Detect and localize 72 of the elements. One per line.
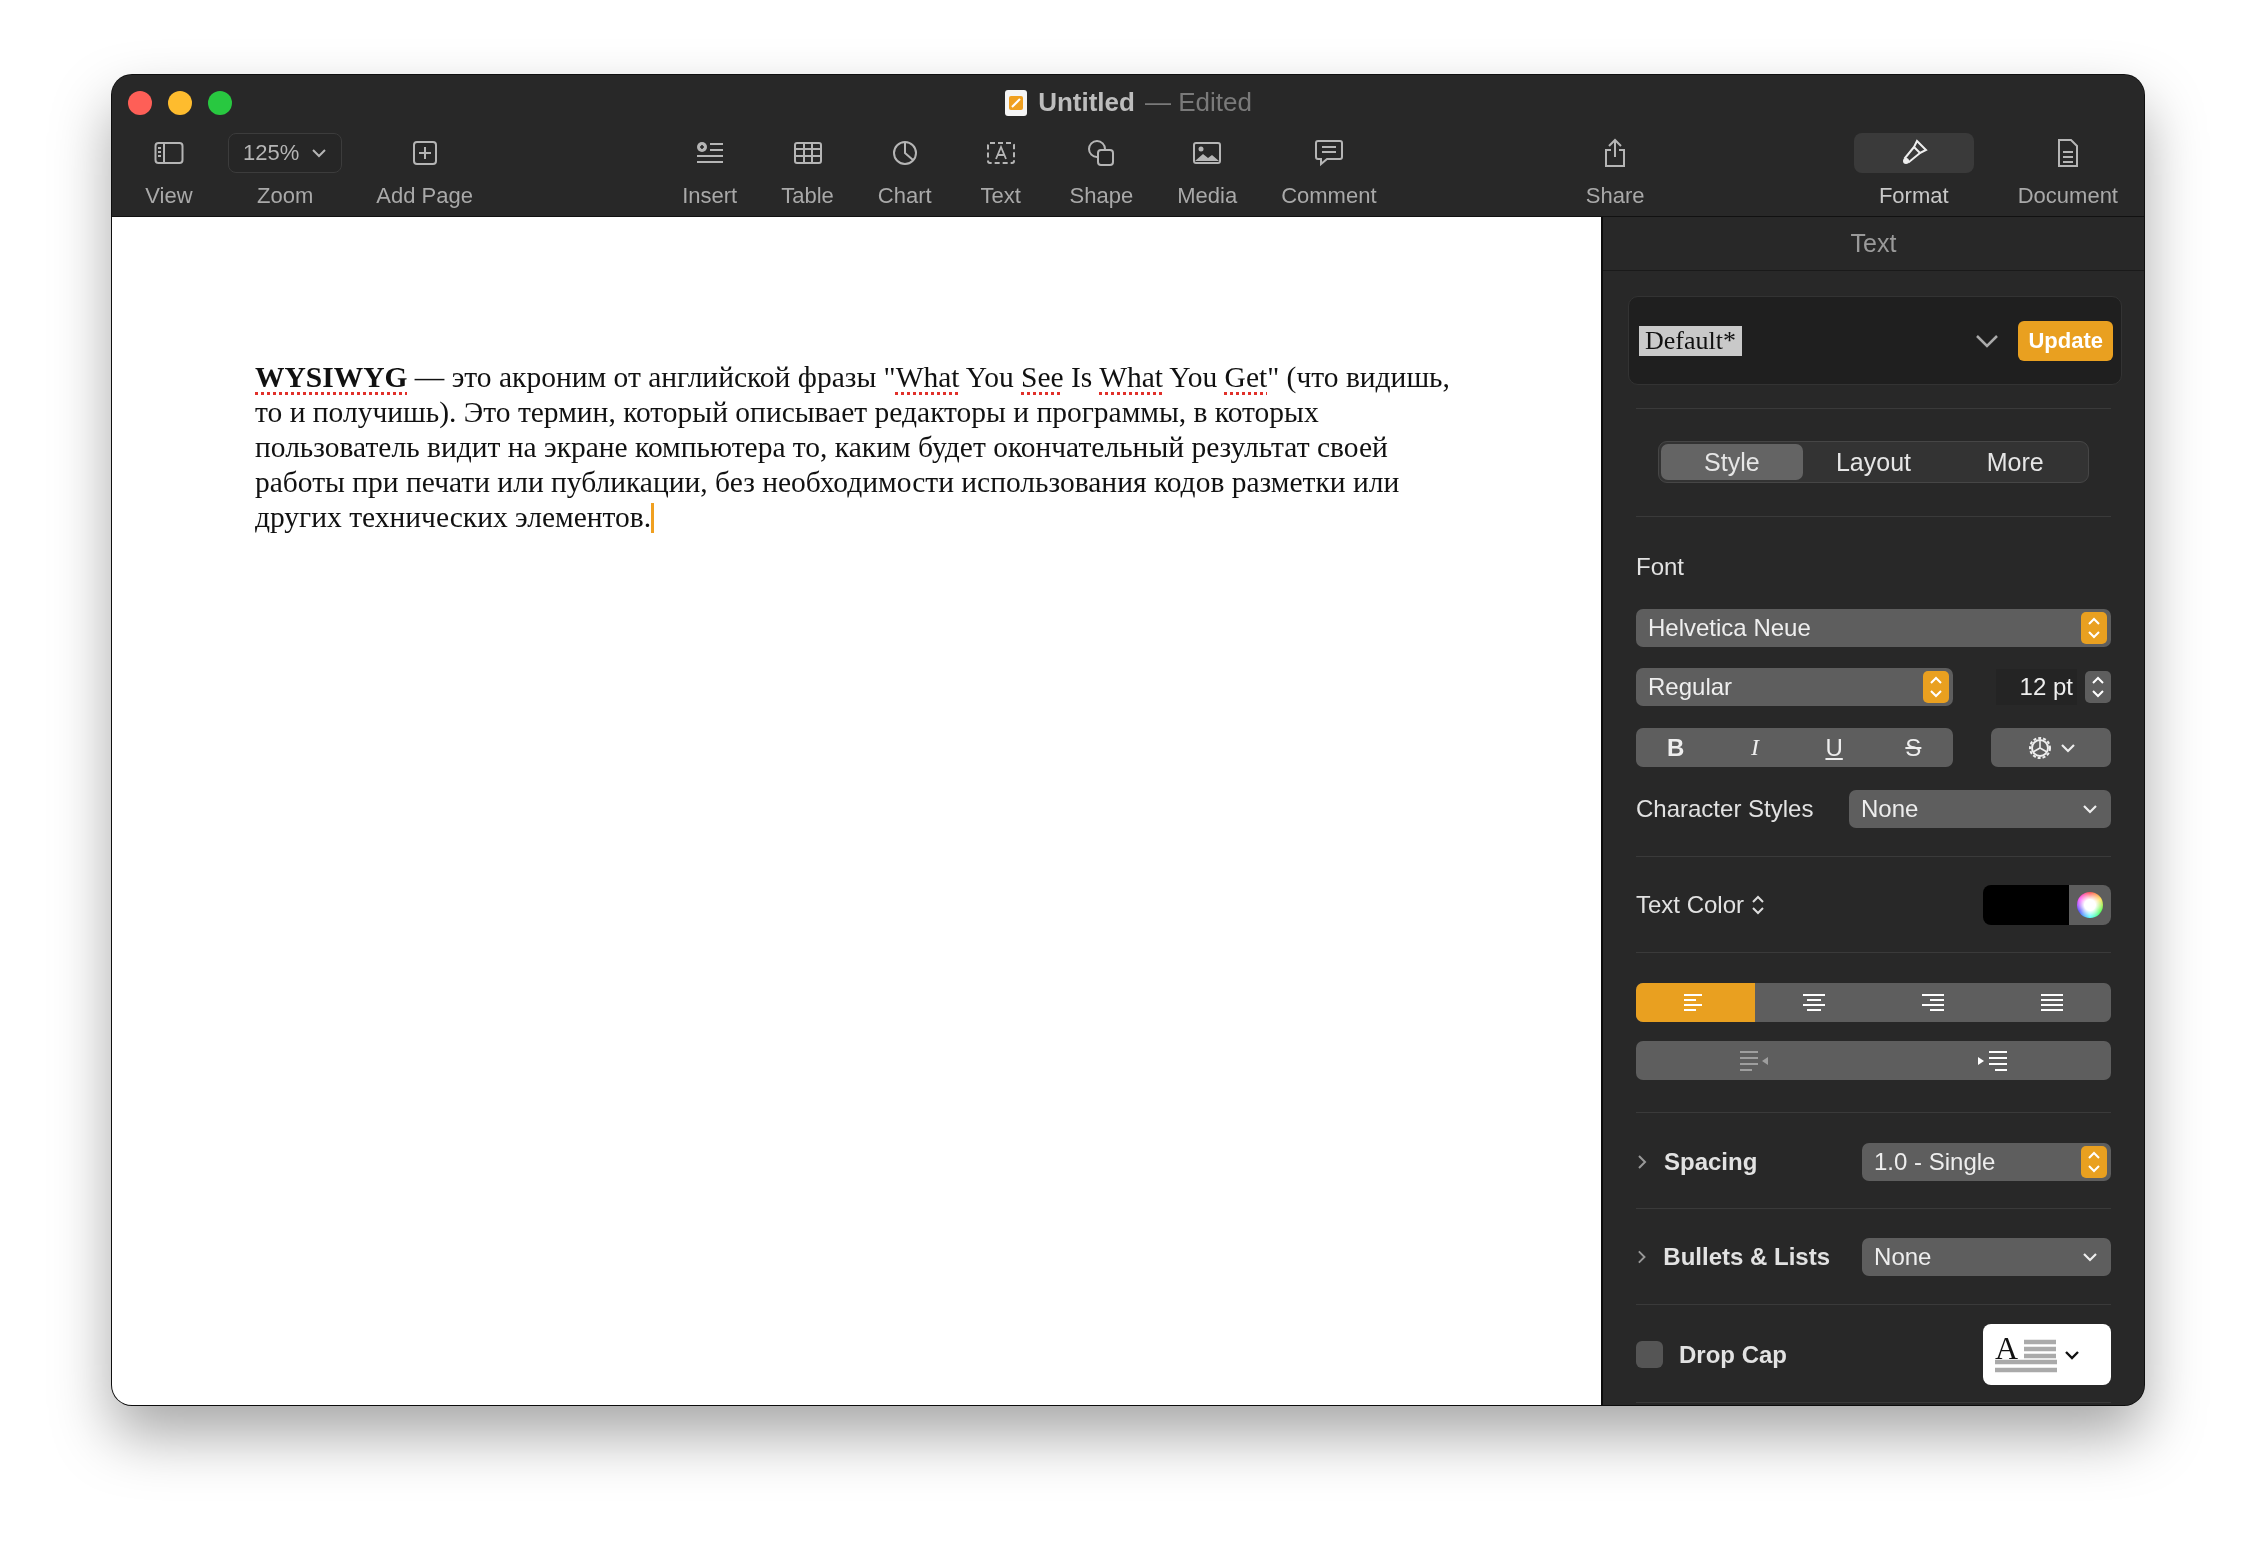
spacing-label: Spacing: [1664, 1148, 1758, 1176]
list-plus-icon: [694, 140, 725, 166]
close-button[interactable]: [128, 91, 152, 115]
stepper-icon: [2081, 1146, 2107, 1178]
toolbar-button[interactable]: Insert: [672, 129, 748, 213]
drop-cap-style-popup[interactable]: A: [1983, 1324, 2111, 1385]
drop-cap-label: Drop Cap: [1679, 1340, 1787, 1369]
toolbar-button[interactable]: Add Page: [366, 129, 483, 213]
stepper-icon: [2085, 671, 2111, 703]
font-style-button[interactable]: I: [1715, 728, 1795, 767]
shapes-icon: [1086, 139, 1117, 167]
window-title: Untitled: [1038, 87, 1135, 118]
stepper-icon: [2081, 612, 2107, 644]
toolbar-button[interactable]: Comment: [1271, 129, 1387, 213]
image-icon: [1192, 141, 1223, 165]
toolbar-button[interactable]: Format: [1843, 129, 1984, 213]
font-size-field[interactable]: 12 pt: [1996, 669, 2077, 705]
toolbar-button[interactable]: Chart: [867, 129, 942, 213]
document-icon: [2055, 138, 2080, 168]
sidebar-icon: [154, 141, 184, 165]
pie-chart-icon: [890, 139, 919, 167]
indent-icon: [1975, 1048, 2010, 1073]
chevron-down-icon: [2081, 1251, 2099, 1263]
inspector-title: Text: [1603, 217, 2144, 271]
typeface-popup[interactable]: Regular: [1636, 668, 1953, 706]
chevron-down-icon: [2059, 741, 2077, 754]
toolbar-label: Zoom: [257, 183, 314, 209]
font-style-button[interactable]: U: [1794, 728, 1874, 767]
toolbar-button[interactable]: Shape: [1059, 129, 1144, 213]
plus-square-icon: [411, 140, 438, 166]
line-spacing-popup[interactable]: 1.0 - Single: [1862, 1143, 2111, 1181]
font-style-button[interactable]: S: [1873, 728, 1953, 767]
stepper-icon: [1923, 671, 1949, 703]
drop-cap-letter: A: [1995, 1336, 2020, 1359]
document-icon: [1004, 88, 1029, 117]
character-styles-label: Character Styles: [1636, 795, 1814, 823]
color-swatch[interactable]: [1983, 885, 2069, 925]
section-label: Font: [1636, 553, 1686, 581]
color-wheel-button[interactable]: [2069, 885, 2111, 925]
inspector-tab[interactable]: Style: [1661, 444, 1803, 480]
toolbar-button[interactable]: Table: [771, 129, 844, 213]
speech-bubble-icon: [1313, 139, 1344, 167]
toolbar-button[interactable]: Document: [2007, 129, 2128, 213]
disclosure-chevron-icon[interactable]: [1636, 1248, 1648, 1266]
table-icon: [792, 141, 823, 165]
bullets-popup[interactable]: None: [1862, 1238, 2111, 1276]
font-style-button[interactable]: B: [1636, 728, 1716, 767]
toolbar-button[interactable]: Share: [1575, 129, 1655, 213]
paragraph-style-name[interactable]: Default*: [1639, 325, 1742, 356]
chevron-down-icon: [2081, 803, 2099, 815]
toolbar-button[interactable]: Media: [1167, 129, 1248, 213]
text-box-icon: [985, 140, 1016, 166]
bullets-lists-label: Bullets & Lists: [1663, 1243, 1831, 1271]
up-down-chevron-icon[interactable]: [1750, 893, 1767, 917]
text-options-button[interactable]: [1991, 728, 2111, 767]
toolbar-button[interactable]: View: [134, 129, 204, 213]
checkbox[interactable]: [1636, 1341, 1663, 1368]
zoom-dropdown[interactable]: 125%: [228, 133, 343, 173]
chevron-down-icon: [311, 148, 328, 158]
character-styles-popup[interactable]: None: [1849, 790, 2111, 828]
disclosure-chevron-icon[interactable]: [1636, 1153, 1648, 1171]
inspector-tab[interactable]: More: [1944, 444, 2086, 480]
text-color-label: Text Color: [1636, 891, 1745, 919]
inspector-tab[interactable]: Layout: [1802, 444, 1945, 480]
minimize-button[interactable]: [168, 91, 192, 115]
edited-status: — Edited: [1144, 87, 1252, 118]
zoom-button[interactable]: [208, 91, 232, 115]
body-paragraph[interactable]: WYSIWYG — это акроним от английской фразы "What You See Is What You Get" (что видишь, то и получишь). Это термин, который описывает редакторы и программы, в которых пользователь видит на экране компьютера то, каким будет окончательный результат своей работы при печати или публикации, без необходимости использования кодов разметки или других технических элементов.: [255, 360, 1470, 535]
chevron-down-icon: [2063, 1348, 2081, 1361]
toolbar-button[interactable]: Text: [965, 129, 1036, 213]
chevron-down-icon[interactable]: [1974, 332, 2001, 349]
font-family-popup[interactable]: Helvetica Neue: [1636, 609, 2111, 647]
